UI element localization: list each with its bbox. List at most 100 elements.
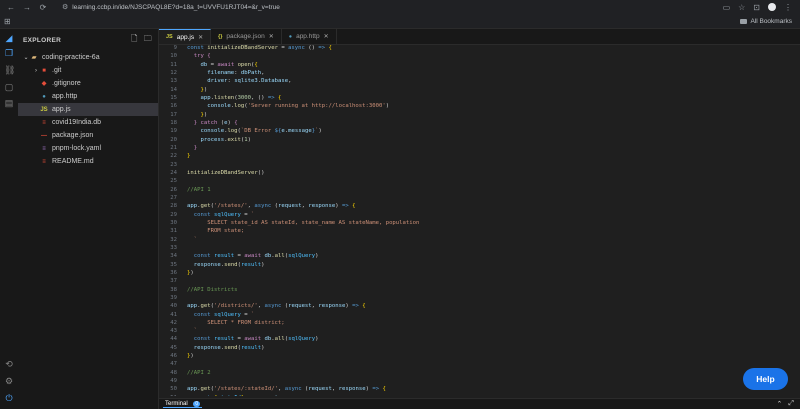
- file-item-label: .git: [52, 67, 62, 74]
- file-item[interactable]: ● app.http: [18, 90, 158, 103]
- json-icon: —: [41, 132, 47, 139]
- line-number: 36: [170, 269, 177, 276]
- code-line: 14 }): [159, 86, 800, 94]
- code-text: }: [193, 144, 198, 151]
- line-number: 30: [170, 219, 177, 226]
- file-item[interactable]: ≡ README.md: [18, 155, 158, 168]
- profile-avatar[interactable]: [768, 3, 776, 11]
- file-item[interactable]: ≡ covid19India.db: [18, 116, 158, 129]
- all-bookmarks-button[interactable]: All Bookmarks: [740, 18, 792, 25]
- code-text: console.log('Server running at http://lo…: [207, 103, 390, 110]
- menu-icon[interactable]: ⋮: [784, 3, 792, 12]
- line-number: 28: [170, 203, 177, 210]
- code-text: `: [187, 236, 198, 243]
- line-number: 39: [170, 294, 177, 301]
- files-icon[interactable]: ❐: [4, 48, 14, 58]
- site-info-icon[interactable]: ⚙: [62, 3, 68, 11]
- chevron-up-icon[interactable]: ⌃: [777, 400, 783, 408]
- code-line: 51 const {stateId} = request.params: [159, 394, 800, 396]
- new-folder-icon[interactable]: 🗀: [144, 33, 152, 47]
- tab-package-json[interactable]: {} package.json ✕: [211, 29, 282, 44]
- power-icon[interactable]: ⏻: [4, 393, 14, 403]
- code-editor[interactable]: 9 const initializeDBandServer = async () …: [159, 44, 800, 396]
- line-number: 38: [170, 286, 177, 293]
- file-item[interactable]: › ■ .git: [18, 64, 158, 77]
- code-line: 38 //API Districts: [159, 286, 800, 294]
- close-icon[interactable]: ✕: [269, 33, 274, 40]
- code-text: response.send(result): [193, 344, 265, 351]
- code-text: app.get('/states/:stateId/', async (requ…: [187, 386, 386, 393]
- file-item[interactable]: JS app.js: [18, 103, 158, 116]
- line-number: 40: [170, 303, 177, 310]
- extensions-icon[interactable]: ⊡: [753, 3, 760, 12]
- line-number: 34: [170, 253, 177, 260]
- bottom-panel-bar: Terminal 0 ⌃ ⤢: [159, 398, 800, 409]
- code-line: 42 SELECT * FROM district;: [159, 319, 800, 327]
- file-item-label: covid19India.db: [52, 119, 102, 126]
- maximize-icon[interactable]: ⤢: [788, 400, 794, 408]
- line-number: 23: [170, 161, 177, 168]
- code-text: const {stateId} = request.params: [187, 394, 302, 396]
- chat-icon[interactable]: ▢: [4, 82, 14, 92]
- project-folder[interactable]: ⌄ ▰ coding-practice-6a: [18, 51, 158, 64]
- code-line: 44 const result = await db.all(sqlQuery): [159, 335, 800, 343]
- bookmarks-bar: ⊞ All Bookmarks: [0, 14, 800, 29]
- close-icon[interactable]: ✕: [324, 33, 329, 40]
- tab-app-http[interactable]: ● app.http ✕: [282, 29, 337, 44]
- document-icon[interactable]: ▤: [4, 98, 14, 108]
- code-line: 50 app.get('/states/:stateId/', async (re…: [159, 385, 800, 393]
- line-number: 33: [170, 244, 177, 251]
- code-line: 45 response.send(result): [159, 344, 800, 352]
- code-line: 21 }: [159, 144, 800, 152]
- forward-icon[interactable]: →: [22, 3, 32, 12]
- code-line: 34 const result = await db.all(sqlQuery): [159, 252, 800, 260]
- code-text: process.exit(1): [200, 136, 252, 143]
- address-bar[interactable]: ⚙ learning.ccbp.in/ide/NJSCPAQL8E?d=18a_…: [62, 2, 723, 12]
- code-line: 46}): [159, 352, 800, 360]
- file-item[interactable]: ◆ .gitignore: [18, 77, 158, 90]
- cast-icon[interactable]: ▭: [723, 3, 731, 12]
- line-number: 29: [170, 211, 177, 218]
- tab-app-js[interactable]: JS app.js ✕: [159, 29, 212, 44]
- help-button[interactable]: Help: [743, 368, 788, 390]
- settings-gear-icon[interactable]: ⚙: [4, 376, 14, 386]
- code-text: FROM state;: [187, 228, 245, 235]
- line-number: 22: [170, 153, 177, 160]
- line-number: 26: [170, 186, 177, 193]
- tab-label: app.http: [296, 33, 320, 40]
- code-text: SELECT * FROM district;: [187, 319, 285, 326]
- line-number: 15: [170, 94, 177, 101]
- folder-icon: [740, 18, 748, 24]
- code-line: 25: [159, 177, 800, 185]
- code-line: 26 //API 1: [159, 186, 800, 194]
- apps-grid-icon[interactable]: ⊞: [4, 17, 11, 26]
- reload-icon[interactable]: ⟳: [38, 3, 48, 12]
- link-icon[interactable]: ⛓: [4, 65, 15, 75]
- code-line: 47: [159, 360, 800, 368]
- line-number: 32: [170, 236, 177, 243]
- file-item[interactable]: — package.json: [18, 129, 158, 142]
- terminal-count-badge: 0: [193, 400, 201, 407]
- terminal-tab[interactable]: Terminal 0: [163, 400, 203, 408]
- line-number: 17: [170, 111, 177, 118]
- line-number: 9: [173, 45, 177, 51]
- editor-area: JS app.js ✕{} package.json ✕ ● app.http ✕ 9 cons…: [159, 29, 800, 409]
- line-number: 42: [170, 319, 177, 326]
- yaml-icon: ≡: [42, 145, 46, 152]
- line-number: 37: [170, 278, 177, 285]
- file-item[interactable]: ≡ pnpm-lock.yaml: [18, 142, 158, 155]
- js-icon: JS: [166, 34, 173, 40]
- chevron-right-icon: ›: [35, 67, 37, 74]
- close-icon[interactable]: ✕: [198, 34, 203, 41]
- bookmark-star-icon[interactable]: ☆: [738, 3, 745, 12]
- sync-icon[interactable]: ⟲: [4, 359, 14, 369]
- code-line: 23: [159, 161, 800, 169]
- new-file-icon[interactable]: 🗋: [131, 33, 138, 47]
- js-icon: JS: [40, 106, 48, 113]
- code-text: }): [200, 111, 208, 118]
- code-line: 29 const sqlQuery = `: [159, 211, 800, 219]
- code-line: 18 } catch (e) {: [159, 119, 800, 127]
- back-icon[interactable]: ←: [6, 3, 16, 12]
- code-line: 49: [159, 377, 800, 385]
- tab-label: app.js: [176, 33, 195, 41]
